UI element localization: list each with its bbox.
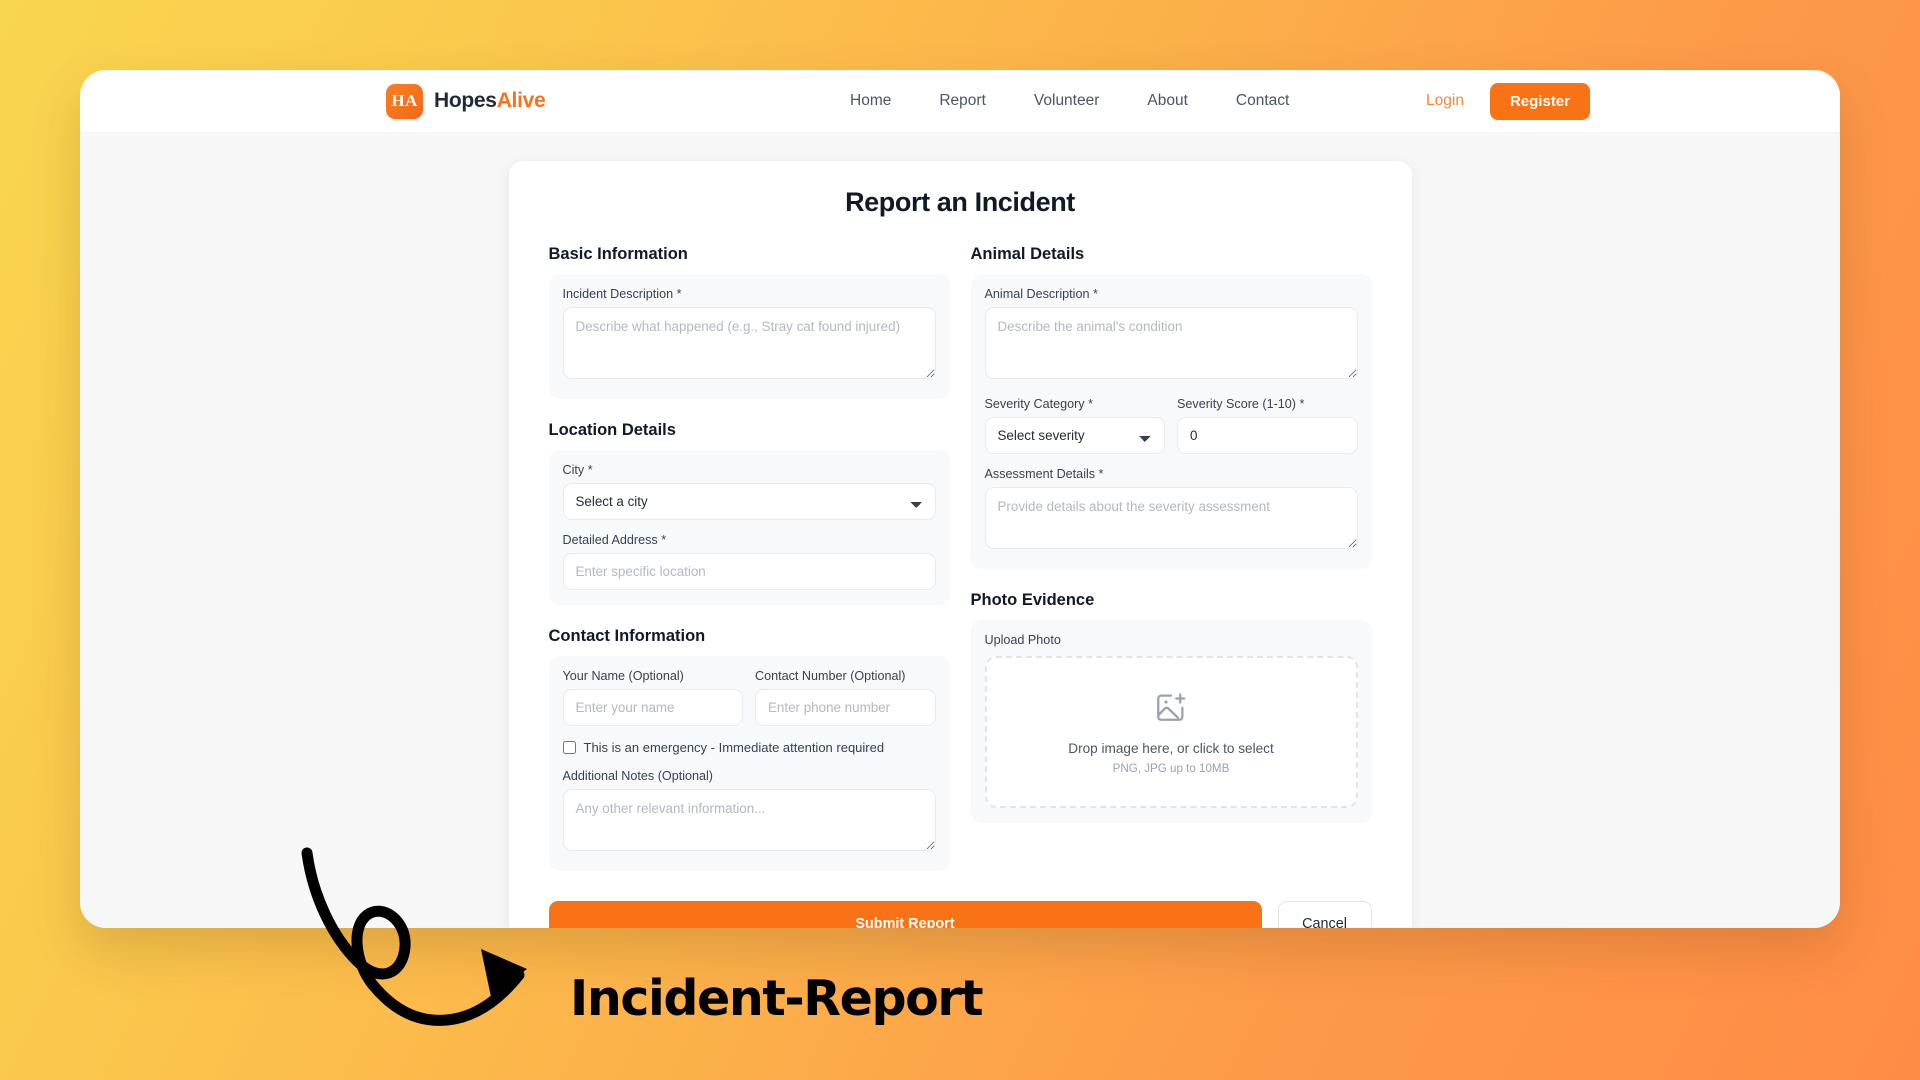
additional-notes-input[interactable] (562, 789, 936, 851)
section-heading-photo-evidence: Photo Evidence (970, 591, 1095, 609)
register-button[interactable]: Register (1489, 82, 1590, 120)
severity-category-label: Severity Category * (984, 397, 1094, 411)
panel-basic-information: Incident Description * (548, 274, 950, 399)
panel-contact-information: Your Name (Optional) Contact Number (Opt… (548, 656, 950, 871)
emergency-checkbox-row[interactable]: This is an emergency - Immediate attenti… (562, 740, 936, 755)
emergency-checkbox-label[interactable]: This is an emergency - Immediate attenti… (584, 740, 885, 755)
section-heading-contact-information: Contact Information (548, 627, 706, 645)
brand-name-part2: Alive (496, 89, 546, 112)
your-name-label: Your Name (Optional) (562, 669, 684, 683)
severity-score-input[interactable] (1177, 417, 1358, 454)
dropzone-sub-text: PNG, JPG up to 10MB (1112, 761, 1230, 775)
incident-description-input[interactable] (562, 307, 936, 379)
page-title: Report an Incident (845, 187, 1075, 217)
incident-description-label: Incident Description * (562, 287, 682, 301)
nav-item-about[interactable]: About (1147, 92, 1188, 110)
panel-photo-evidence: Upload Photo Drop image here, or click t… (970, 620, 1372, 823)
dropzone-main-text: Drop image here, or click to select (1068, 740, 1274, 756)
detailed-address-label: Detailed Address * (562, 533, 667, 547)
section-heading-animal-details: Animal Details (970, 245, 1085, 263)
form-actions: Submit Report Cancel (529, 901, 1392, 928)
animal-description-input[interactable] (984, 307, 1358, 379)
panel-animal-details: Animal Description * Severity Category *… (970, 274, 1372, 569)
brand-name: HopesAlive (434, 89, 546, 113)
city-select[interactable]: Select a city (562, 483, 936, 520)
app-window-card: HA HopesAlive Home Report Volunteer Abou… (80, 70, 1840, 928)
brand-logo[interactable]: HA HopesAlive (386, 83, 546, 119)
contact-number-input[interactable] (755, 689, 936, 726)
city-label: City * (562, 463, 593, 477)
contact-fields-row: Your Name (Optional) Contact Number (Opt… (562, 669, 936, 726)
navbar: HA HopesAlive Home Report Volunteer Abou… (80, 70, 1840, 133)
submit-report-button[interactable]: Submit Report (548, 901, 1262, 928)
your-name-field: Your Name (Optional) (562, 669, 743, 726)
nav-item-contact[interactable]: Contact (1236, 92, 1289, 110)
contact-number-field: Contact Number (Optional) (755, 669, 936, 726)
nav-item-report[interactable]: Report (939, 92, 986, 110)
nav-item-home[interactable]: Home (850, 92, 891, 110)
nav-item-volunteer[interactable]: Volunteer (1034, 92, 1100, 110)
upload-photo-label: Upload Photo (984, 633, 1061, 647)
severity-category-select[interactable]: Select severity (984, 417, 1165, 454)
brand-name-part1: Hopes (434, 89, 497, 112)
detailed-address-input[interactable] (562, 553, 936, 590)
animal-description-label: Animal Description * (984, 287, 1098, 301)
severity-score-field: Severity Score (1-10) * (1177, 397, 1358, 454)
panel-location-details: City * Select a city Detailed Address * (548, 450, 950, 605)
severity-score-label: Severity Score (1-10) * (1177, 397, 1305, 411)
contact-number-label: Contact Number (Optional) (755, 669, 906, 683)
severity-category-field: Severity Category * Select severity (984, 397, 1165, 454)
brand-mark-icon: HA (386, 83, 423, 119)
additional-notes-label: Additional Notes (Optional) (562, 769, 714, 783)
image-plus-icon (1154, 690, 1188, 729)
assessment-details-input[interactable] (984, 487, 1358, 549)
login-link[interactable]: Login (1426, 92, 1464, 110)
right-column: Animal Details Animal Description * Seve… (970, 245, 1372, 871)
nav-actions: Login Register (1426, 82, 1590, 120)
annotation-label: Incident-Report (570, 970, 984, 1027)
main-nav: Home Report Volunteer About Contact (850, 92, 1289, 110)
cancel-button[interactable]: Cancel (1277, 901, 1372, 928)
photo-dropzone[interactable]: Drop image here, or click to select PNG,… (984, 656, 1358, 808)
section-heading-basic-information: Basic Information (548, 245, 688, 263)
page-body: Report an Incident Basic Information Inc… (80, 133, 1840, 928)
incident-report-form-card: Report an Incident Basic Information Inc… (508, 161, 1412, 928)
left-column: Basic Information Incident Description *… (548, 245, 950, 871)
form-columns: Basic Information Incident Description *… (529, 245, 1392, 871)
severity-row: Severity Category * Select severity Seve… (984, 397, 1358, 454)
section-heading-location-details: Location Details (548, 421, 676, 439)
assessment-details-label: Assessment Details * (984, 467, 1104, 481)
your-name-input[interactable] (562, 689, 743, 726)
emergency-checkbox[interactable] (562, 741, 576, 754)
